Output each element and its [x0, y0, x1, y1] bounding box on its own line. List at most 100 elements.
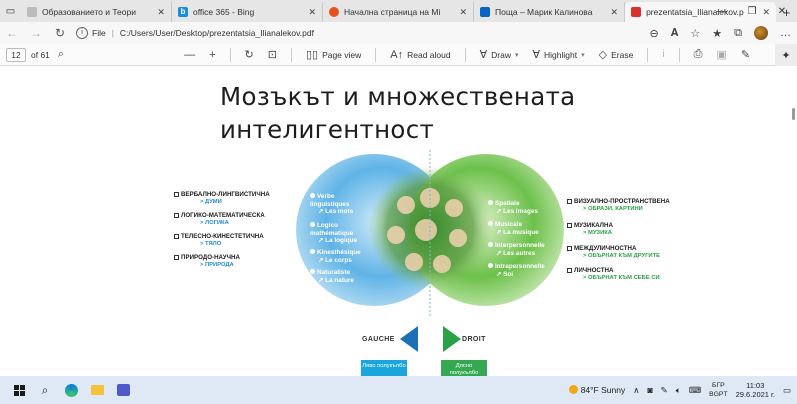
edge-icon[interactable]	[58, 376, 84, 404]
right-hemisphere-label: Дясно полукълбо	[449, 363, 479, 376]
tab-actions-icon[interactable]: ▭	[0, 0, 21, 22]
tray-chevron-up-icon[interactable]: ∧	[633, 385, 639, 396]
file-explorer-icon[interactable]	[84, 376, 110, 404]
refresh-icon[interactable]: ↻	[48, 26, 72, 40]
taskbar: ⌕ 84°F Sunny ∧ ◙ ✎ 🔈︎ ⌨ БГР BGPT 11:03 2…	[0, 376, 797, 404]
read-aloud-button[interactable]: A↑ Read aloud	[390, 49, 450, 61]
windows-start-icon[interactable]	[6, 376, 32, 404]
add-text-icon[interactable]: Ꭵ	[662, 48, 664, 61]
clock[interactable]: 11:03 29.6.2021 г.	[736, 381, 775, 399]
collections-icon[interactable]: ⧉	[734, 27, 742, 40]
url-text: C:/Users/User/Desktop/prezentatsia_Ilian…	[119, 28, 314, 38]
teams-icon[interactable]	[110, 376, 136, 404]
close-icon[interactable]: ✕	[611, 7, 619, 18]
read-mode-icon[interactable]: 𝐀	[671, 27, 679, 40]
left-hemisphere-label: Ляво полукълбо	[362, 363, 406, 369]
eraser-icon: ◇	[598, 49, 608, 61]
weather-widget[interactable]: 84°F Sunny	[568, 385, 625, 395]
page-view-icon: ▯▯	[305, 49, 319, 61]
chevron-down-icon: ▾	[581, 51, 585, 59]
zoom-in-icon[interactable]: +	[209, 49, 215, 61]
tab-strip: ▭ Образованието и Теори ✕ b office 365 -…	[0, 0, 797, 22]
outlook-icon	[480, 7, 491, 17]
avatar[interactable]	[754, 26, 768, 40]
favorites-list-icon[interactable]: ★	[712, 27, 722, 40]
scrollbar-thumb[interactable]	[792, 108, 795, 120]
office-icon	[329, 7, 339, 17]
notifications-icon[interactable]: ▭	[783, 385, 791, 396]
keyboard-icon[interactable]: ⌨	[689, 385, 701, 396]
url-field[interactable]: i File | C:/Users/User/Desktop/prezentat…	[76, 24, 314, 42]
tab-title: Поща – Марик Калинова	[495, 7, 593, 17]
camera-icon[interactable]: ◙	[647, 385, 652, 395]
bing-icon: b	[177, 7, 188, 17]
more-icon[interactable]: …	[780, 27, 791, 39]
print-icon[interactable]: ⎙	[694, 48, 703, 61]
volume-icon[interactable]: 🔈︎	[676, 385, 681, 396]
left-label-4: ПРИРОДО-НАУЧНА > ПРИРОДА	[174, 254, 240, 268]
right-french-1: Spatiale ↗ Les images	[488, 200, 538, 215]
scrollbar[interactable]	[792, 72, 795, 372]
highlight-icon: ∀	[532, 49, 541, 61]
close-icon[interactable]: ✕	[459, 7, 467, 18]
tab-title: Образованието и Теори	[41, 7, 136, 17]
erase-button[interactable]: ◇ Erase	[599, 48, 634, 61]
save-icon[interactable]: ▣	[716, 48, 726, 61]
left-label-1: ВЕРБАЛНО-ЛИНГВИСТИЧНА > ДУМИ	[174, 191, 270, 205]
draw-button[interactable]: ∀ Draw ▾	[480, 48, 519, 61]
arrow-right-icon	[443, 326, 461, 352]
tab-4[interactable]: Поща – Марик Калинова ✕	[474, 2, 626, 22]
pen-icon[interactable]: ✎	[661, 385, 668, 396]
tab-3[interactable]: Начална страница на Mi ✕	[323, 2, 475, 22]
tab-1[interactable]: Образованието и Теори ✕	[21, 2, 172, 22]
chevron-down-icon: ▾	[514, 51, 519, 59]
divider	[375, 47, 377, 62]
right-label-3: МЕЖДУЛИЧНОСТНА > ОБЪРНАТ КЪМ ДРУГИТЕ	[567, 245, 660, 259]
fit-page-icon[interactable]: ⊡	[268, 48, 277, 61]
left-french-2: Logico mathématique ↗ La logique	[310, 222, 358, 244]
close-icon[interactable]: ✕	[308, 7, 316, 18]
tab-2[interactable]: b office 365 - Bing ✕	[172, 2, 323, 22]
divider	[678, 47, 680, 62]
droit-label: DROIT	[462, 336, 486, 343]
zoom-out-icon[interactable]: —	[184, 49, 195, 61]
close-window-icon[interactable]: ✕	[767, 0, 797, 22]
left-label-3: ТЕЛЕСНО-КИНЕСТЕТИЧНА > ТЯЛО	[174, 233, 264, 247]
highlight-label: Highlight	[544, 49, 578, 60]
tab-title: office 365 - Bing	[192, 7, 255, 17]
left-french-1: Verbe linguistiques ↗ Les mots	[310, 193, 354, 215]
search-icon[interactable]: ⌕	[32, 376, 58, 404]
pin-toolbar-icon[interactable]: ✦	[775, 44, 797, 66]
forward-icon[interactable]: →	[24, 26, 48, 40]
erase-label: Erase	[611, 49, 634, 60]
left-french-4: Naturaliste ↗ La nature	[310, 269, 354, 284]
page-view-button[interactable]: ▯▯ Page view	[306, 48, 361, 61]
close-icon[interactable]: ✕	[157, 7, 165, 18]
info-icon[interactable]: i	[76, 27, 88, 39]
right-french-3: Interpersonnelle ↗ Les autres	[488, 242, 545, 257]
draw-label: Draw	[491, 49, 511, 60]
page-icon	[26, 7, 37, 17]
save-as-icon[interactable]: ✎	[741, 48, 750, 61]
restore-icon[interactable]: ❐	[737, 0, 767, 22]
right-french-2: Musicale ↗ La musique	[488, 221, 539, 236]
zoom-icon[interactable]: ⊖	[650, 27, 659, 40]
back-icon[interactable]: ←	[0, 26, 24, 40]
read-aloud-icon: A↑	[390, 48, 404, 61]
divider	[229, 47, 231, 62]
page-total: of 61	[31, 49, 50, 60]
page-view-label: Page view	[322, 49, 362, 60]
gauche-label: GAUCHE	[362, 336, 395, 343]
page-number-input[interactable]: 12	[6, 47, 26, 62]
favorite-icon[interactable]: ☆	[690, 27, 700, 40]
right-label-1: ВИЗУАЛНО-ПРОСТРАНСТВЕНА > ОБРАЗИ, КАРТИН…	[567, 198, 670, 212]
right-french-4: Intrapersonnelle ↗ Soi	[488, 263, 545, 278]
protocol-label: File	[92, 28, 106, 38]
language-indicator[interactable]: БГР BGPT	[709, 381, 728, 399]
search-icon[interactable]: ⌕	[58, 48, 64, 61]
highlight-button[interactable]: ∀ Highlight ▾	[533, 48, 585, 61]
rotate-icon[interactable]: ↻	[245, 48, 254, 61]
pdf-icon	[631, 7, 642, 17]
minimize-icon[interactable]: —	[707, 0, 737, 22]
url-separator: |	[111, 28, 114, 38]
